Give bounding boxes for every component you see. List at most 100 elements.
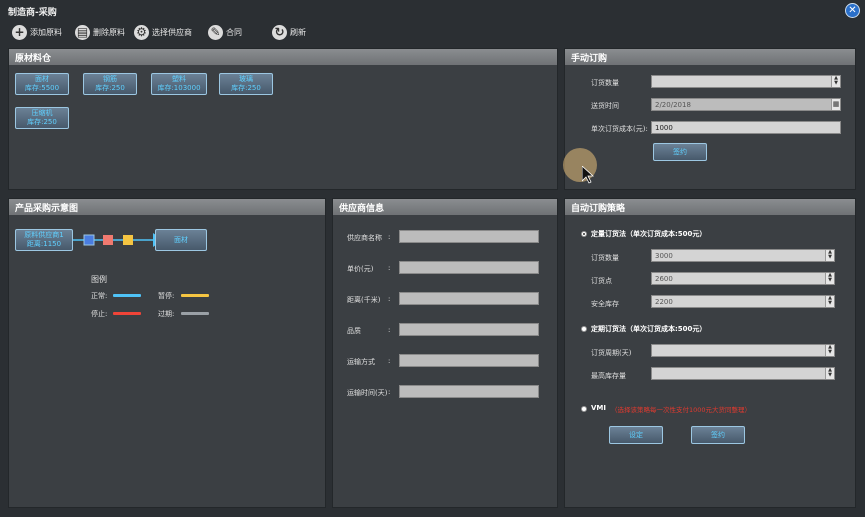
spinner-icon[interactable]: ▲ ▼ bbox=[825, 345, 834, 356]
spinner-icon[interactable]: ▲ ▼ bbox=[825, 296, 834, 307]
distance-field[interactable] bbox=[399, 292, 539, 305]
confirm-button[interactable]: 设定 bbox=[609, 426, 663, 444]
vmi-radio[interactable] bbox=[581, 406, 587, 412]
toolbar: + 添加原料 ▤ 删除原料 ⚙ 选择供应商 ✎ 合同 ↻ 刷新 bbox=[10, 22, 850, 42]
add-material-button[interactable]: + 添加原料 bbox=[12, 22, 62, 42]
auto-sign-button[interactable]: 签约 bbox=[691, 426, 745, 444]
spinner-icon[interactable]: ▲ ▼ bbox=[825, 273, 834, 284]
material-stock: 库存:103000 bbox=[157, 84, 201, 92]
delivery-time-label: 送货时间 bbox=[591, 102, 619, 110]
supplier-title: 供应商信息 bbox=[333, 199, 557, 215]
transport-mode-field[interactable] bbox=[399, 354, 539, 367]
add-material-label: 添加原料 bbox=[30, 27, 62, 37]
calendar-icon[interactable]: ▦ bbox=[831, 99, 840, 110]
transport-time-label: 运输时间(天) bbox=[347, 389, 388, 397]
stage-box-3 bbox=[123, 235, 133, 245]
colon: : bbox=[388, 357, 391, 365]
order-cost-value: 1000 bbox=[655, 124, 673, 132]
manual-sign-button[interactable]: 签约 bbox=[653, 143, 707, 161]
manual-order-title: 手动订购 bbox=[565, 49, 855, 65]
spinner-icon[interactable]: ▲ ▼ bbox=[825, 250, 834, 261]
delete-icon: ▤ bbox=[75, 24, 90, 40]
reorder-point-label: 订货点 bbox=[591, 277, 612, 285]
delivery-time-input[interactable]: 2/20/2018 ▦ bbox=[651, 98, 841, 111]
max-stock-label: 最高库存量 bbox=[591, 372, 626, 380]
supplier-name-field[interactable] bbox=[399, 230, 539, 243]
unit-price-label: 单价(元) bbox=[347, 265, 374, 273]
safety-stock-input[interactable]: 2200 ▲ ▼ bbox=[651, 295, 835, 308]
transport-mode-label: 运输方式 bbox=[347, 358, 375, 366]
order-cost-label: 单次订货成本(元): bbox=[591, 125, 648, 133]
safety-stock-value: 2200 bbox=[655, 298, 673, 306]
material-stock: 库存:5500 bbox=[24, 84, 60, 92]
auto-order-title: 自动订购策略 bbox=[565, 199, 855, 215]
material-item[interactable]: 钢筋 库存:250 bbox=[83, 73, 137, 95]
material-name: 玻璃 bbox=[239, 75, 253, 83]
close-button[interactable]: ✕ bbox=[845, 3, 860, 18]
material-name: 面材 bbox=[35, 75, 49, 83]
manual-order-panel: 手动订购 订货数量 ▲ ▼ 送货时间 2/20/2018 ▦ 单次订货成本(元):… bbox=[564, 48, 856, 190]
colon: : bbox=[388, 233, 391, 241]
reorder-point-input[interactable]: 2600 ▲ ▼ bbox=[651, 272, 835, 285]
order-qty-input[interactable]: ▲ ▼ bbox=[651, 75, 841, 88]
close-icon: ✕ bbox=[848, 5, 857, 16]
contract-button[interactable]: ✎ 合同 bbox=[208, 22, 242, 42]
stage-box-2 bbox=[103, 235, 113, 245]
material-item[interactable]: 塑料 库存:103000 bbox=[151, 73, 207, 95]
supplier-node[interactable]: 原料供应商1 距离:1150 bbox=[15, 229, 73, 251]
period-label: 订货周期(天) bbox=[591, 349, 632, 357]
colon: : bbox=[388, 388, 391, 396]
legend-stop-label: 停止: bbox=[91, 310, 108, 318]
plus-icon: + bbox=[12, 24, 27, 40]
transport-time-field[interactable] bbox=[399, 385, 539, 398]
diagram-panel: 产品采购示意图 原料供应商1 距离:1150 面材 图例 正常: 暂停: 停止:… bbox=[8, 198, 326, 508]
legend-stop-line bbox=[113, 312, 141, 315]
material-stock: 库存:250 bbox=[231, 84, 261, 92]
window-title: 制造商-采购 bbox=[8, 8, 57, 18]
spinner-icon[interactable]: ▲ ▼ bbox=[831, 76, 840, 87]
legend-title: 图例 bbox=[91, 275, 107, 284]
quality-field[interactable] bbox=[399, 323, 539, 336]
auto-order-panel: 自动订购策略 定量订货法（单次订货成本:500元） 订货数量 3000 ▲ ▼ 订… bbox=[564, 198, 856, 508]
legend-expired-label: 过期: bbox=[158, 310, 175, 318]
fixed-qty-radio[interactable] bbox=[581, 231, 587, 237]
material-stock: 库存:250 bbox=[95, 84, 125, 92]
vmi-label: VMI bbox=[591, 404, 606, 412]
legend-normal-label: 正常: bbox=[91, 292, 108, 300]
delete-material-label: 删除原料 bbox=[93, 27, 125, 37]
target-node[interactable]: 面材 bbox=[155, 229, 207, 251]
order-cost-input[interactable]: 1000 bbox=[651, 121, 841, 134]
material-item[interactable]: 压缩机 库存:250 bbox=[15, 107, 69, 129]
supplier-name-label: 供应商名称 bbox=[347, 234, 382, 242]
document-icon: ✎ bbox=[208, 24, 223, 40]
spinner-icon[interactable]: ▲ ▼ bbox=[825, 368, 834, 379]
delivery-time-value: 2/20/2018 bbox=[655, 101, 691, 109]
warehouse-panel: 原材料仓 面材 库存:5500 钢筋 库存:250 塑料 库存:103000 玻… bbox=[8, 48, 558, 190]
title-bar: 制造商-采购 ✕ bbox=[0, 0, 865, 20]
delete-material-button[interactable]: ▤ 删除原料 bbox=[75, 22, 125, 42]
refresh-button[interactable]: ↻ 刷新 bbox=[272, 22, 306, 42]
legend-pause-label: 暂停: bbox=[158, 292, 175, 300]
colon: : bbox=[388, 326, 391, 334]
material-item[interactable]: 面材 库存:5500 bbox=[15, 73, 69, 95]
choose-supplier-label: 选择供应商 bbox=[152, 27, 192, 37]
fixed-period-radio[interactable] bbox=[581, 326, 587, 332]
stage-box-1 bbox=[83, 234, 95, 246]
auto-order-qty-input[interactable]: 3000 ▲ ▼ bbox=[651, 249, 835, 262]
diagram-title: 产品采购示意图 bbox=[9, 199, 325, 215]
quality-label: 品质 bbox=[347, 327, 361, 335]
distance-label: 距离(千米) bbox=[347, 296, 381, 304]
material-name: 压缩机 bbox=[31, 109, 53, 117]
colon: : bbox=[388, 295, 391, 303]
max-stock-input[interactable]: ▲ ▼ bbox=[651, 367, 835, 380]
supplier-node-distance: 距离:1150 bbox=[26, 240, 62, 248]
material-name: 塑料 bbox=[172, 75, 186, 83]
legend-normal-line bbox=[113, 294, 141, 297]
material-item[interactable]: 玻璃 库存:250 bbox=[219, 73, 273, 95]
refresh-icon: ↻ bbox=[272, 24, 287, 40]
safety-stock-label: 安全库存 bbox=[591, 300, 619, 308]
period-input[interactable]: ▲ ▼ bbox=[651, 344, 835, 357]
fixed-period-title: 定期订货法（单次订货成本:500元） bbox=[591, 325, 707, 333]
unit-price-field[interactable] bbox=[399, 261, 539, 274]
choose-supplier-button[interactable]: ⚙ 选择供应商 bbox=[134, 22, 192, 42]
